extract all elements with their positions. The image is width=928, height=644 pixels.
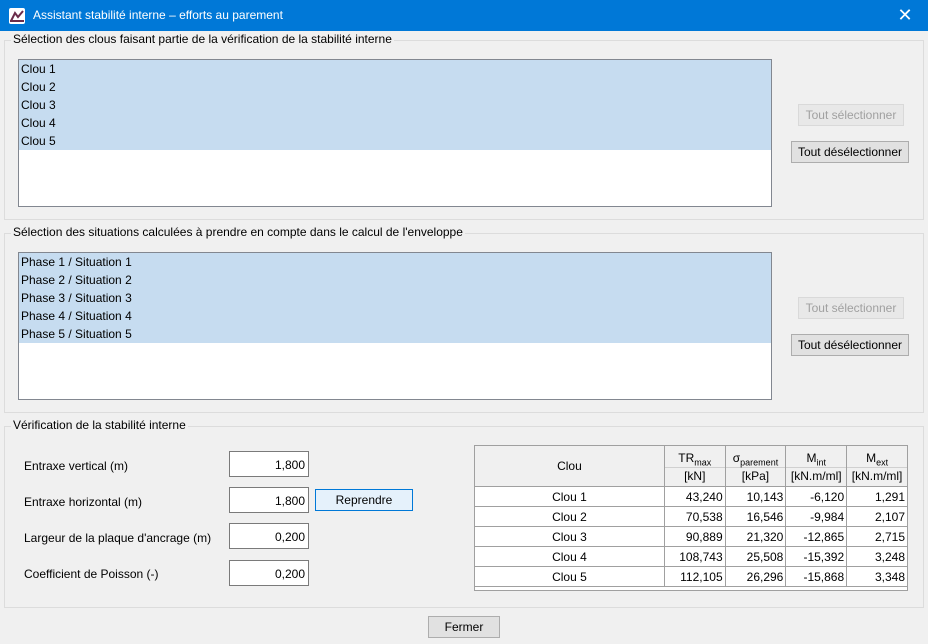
cell-mext: 3,348 <box>846 566 908 587</box>
cell-sigma: 16,546 <box>724 506 787 527</box>
cell-mint: -15,392 <box>785 546 848 567</box>
list-item[interactable]: Phase 4 / Situation 4 <box>19 307 771 325</box>
cell-trmax: 108,743 <box>663 546 726 567</box>
app-icon <box>9 8 25 24</box>
cell-trmax: 43,240 <box>663 486 726 507</box>
cell-trmax: 90,889 <box>663 526 726 547</box>
cell-sigma: 10,143 <box>724 486 787 507</box>
cell-mext: 1,291 <box>846 486 908 507</box>
cell-mint: -6,120 <box>785 486 848 507</box>
verification-group-title: Vérification de la stabilité interne <box>11 418 188 432</box>
fermer-button[interactable]: Fermer <box>428 616 500 638</box>
title-bar: Assistant stabilité interne – efforts au… <box>0 0 928 31</box>
cell-sigma: 21,320 <box>724 526 787 547</box>
entraxe-vertical-label: Entraxe vertical (m) <box>24 459 129 473</box>
cell-clou: Clou 5 <box>474 566 665 587</box>
cell-clou: Clou 3 <box>474 526 665 547</box>
cell-clou: Clou 1 <box>474 486 665 507</box>
list-item[interactable]: Phase 3 / Situation 3 <box>19 289 771 307</box>
nails-listbox[interactable]: Clou 1 Clou 2 Clou 3 Clou 4 Clou 5 <box>18 59 772 207</box>
cell-sigma: 25,508 <box>724 546 787 567</box>
plate-width-label: Largeur de la plaque d'ancrage (m) <box>24 531 212 545</box>
cell-mext: 2,715 <box>846 526 908 547</box>
col-header-mint: Mint [kN.m/ml] <box>785 445 848 487</box>
poisson-coefficient-input[interactable]: 0,200 <box>229 560 309 586</box>
entraxe-horizontal-input[interactable]: 1,800 <box>229 487 309 513</box>
cell-mint: -15,868 <box>785 566 848 587</box>
situations-select-all-button[interactable]: Tout sélectionner <box>798 297 904 319</box>
results-table: Clou TRmax [kN] σparement [kPa] Mint [kN… <box>474 445 908 587</box>
entraxe-horizontal-label: Entraxe horizontal (m) <box>24 495 143 509</box>
plate-width-input[interactable]: 0,200 <box>229 523 309 549</box>
cell-clou: Clou 4 <box>474 546 665 567</box>
col-header-sigma: σparement [kPa] <box>724 445 787 487</box>
reprendre-button[interactable]: Reprendre <box>315 489 413 511</box>
list-item[interactable]: Clou 4 <box>19 114 771 132</box>
entraxe-vertical-input[interactable]: 1,800 <box>229 451 309 477</box>
list-item[interactable]: Clou 3 <box>19 96 771 114</box>
situations-listbox[interactable]: Phase 1 / Situation 1 Phase 2 / Situatio… <box>18 252 772 400</box>
col-header-trmax: TRmax [kN] <box>663 445 726 487</box>
cell-clou: Clou 2 <box>474 506 665 527</box>
window-title: Assistant stabilité interne – efforts au… <box>33 8 283 22</box>
close-window-button[interactable]: ✕ <box>882 0 928 31</box>
col-header-clou: Clou <box>474 445 665 487</box>
list-item[interactable]: Phase 1 / Situation 1 <box>19 253 771 271</box>
nails-select-all-button[interactable]: Tout sélectionner <box>798 104 904 126</box>
poisson-coefficient-label: Coefficient de Poisson (-) <box>24 567 159 581</box>
table-row[interactable]: Clou 2 70,538 16,546 -9,984 2,107 <box>474 506 908 527</box>
nails-group-title: Sélection des clous faisant partie de la… <box>11 32 394 46</box>
situations-deselect-all-button[interactable]: Tout désélectionner <box>791 334 909 356</box>
situations-group-title: Sélection des situations calculées à pre… <box>11 225 465 239</box>
nails-deselect-all-button[interactable]: Tout désélectionner <box>791 141 909 163</box>
cell-mext: 3,248 <box>846 546 908 567</box>
table-header-row: Clou TRmax [kN] σparement [kPa] Mint [kN… <box>474 445 908 487</box>
cell-sigma: 26,296 <box>724 566 787 587</box>
table-row[interactable]: Clou 5 112,105 26,296 -15,868 3,348 <box>474 566 908 587</box>
cell-mint: -9,984 <box>785 506 848 527</box>
table-row[interactable]: Clou 1 43,240 10,143 -6,120 1,291 <box>474 486 908 507</box>
list-item[interactable]: Phase 2 / Situation 2 <box>19 271 771 289</box>
cell-mext: 2,107 <box>846 506 908 527</box>
table-row[interactable]: Clou 4 108,743 25,508 -15,392 3,248 <box>474 546 908 567</box>
list-item[interactable]: Clou 5 <box>19 132 771 150</box>
col-header-mext: Mext [kN.m/ml] <box>846 445 908 487</box>
cell-trmax: 112,105 <box>663 566 726 587</box>
cell-trmax: 70,538 <box>663 506 726 527</box>
list-item[interactable]: Clou 2 <box>19 78 771 96</box>
cell-mint: -12,865 <box>785 526 848 547</box>
table-row[interactable]: Clou 3 90,889 21,320 -12,865 2,715 <box>474 526 908 547</box>
list-item[interactable]: Phase 5 / Situation 5 <box>19 325 771 343</box>
list-item[interactable]: Clou 1 <box>19 60 771 78</box>
